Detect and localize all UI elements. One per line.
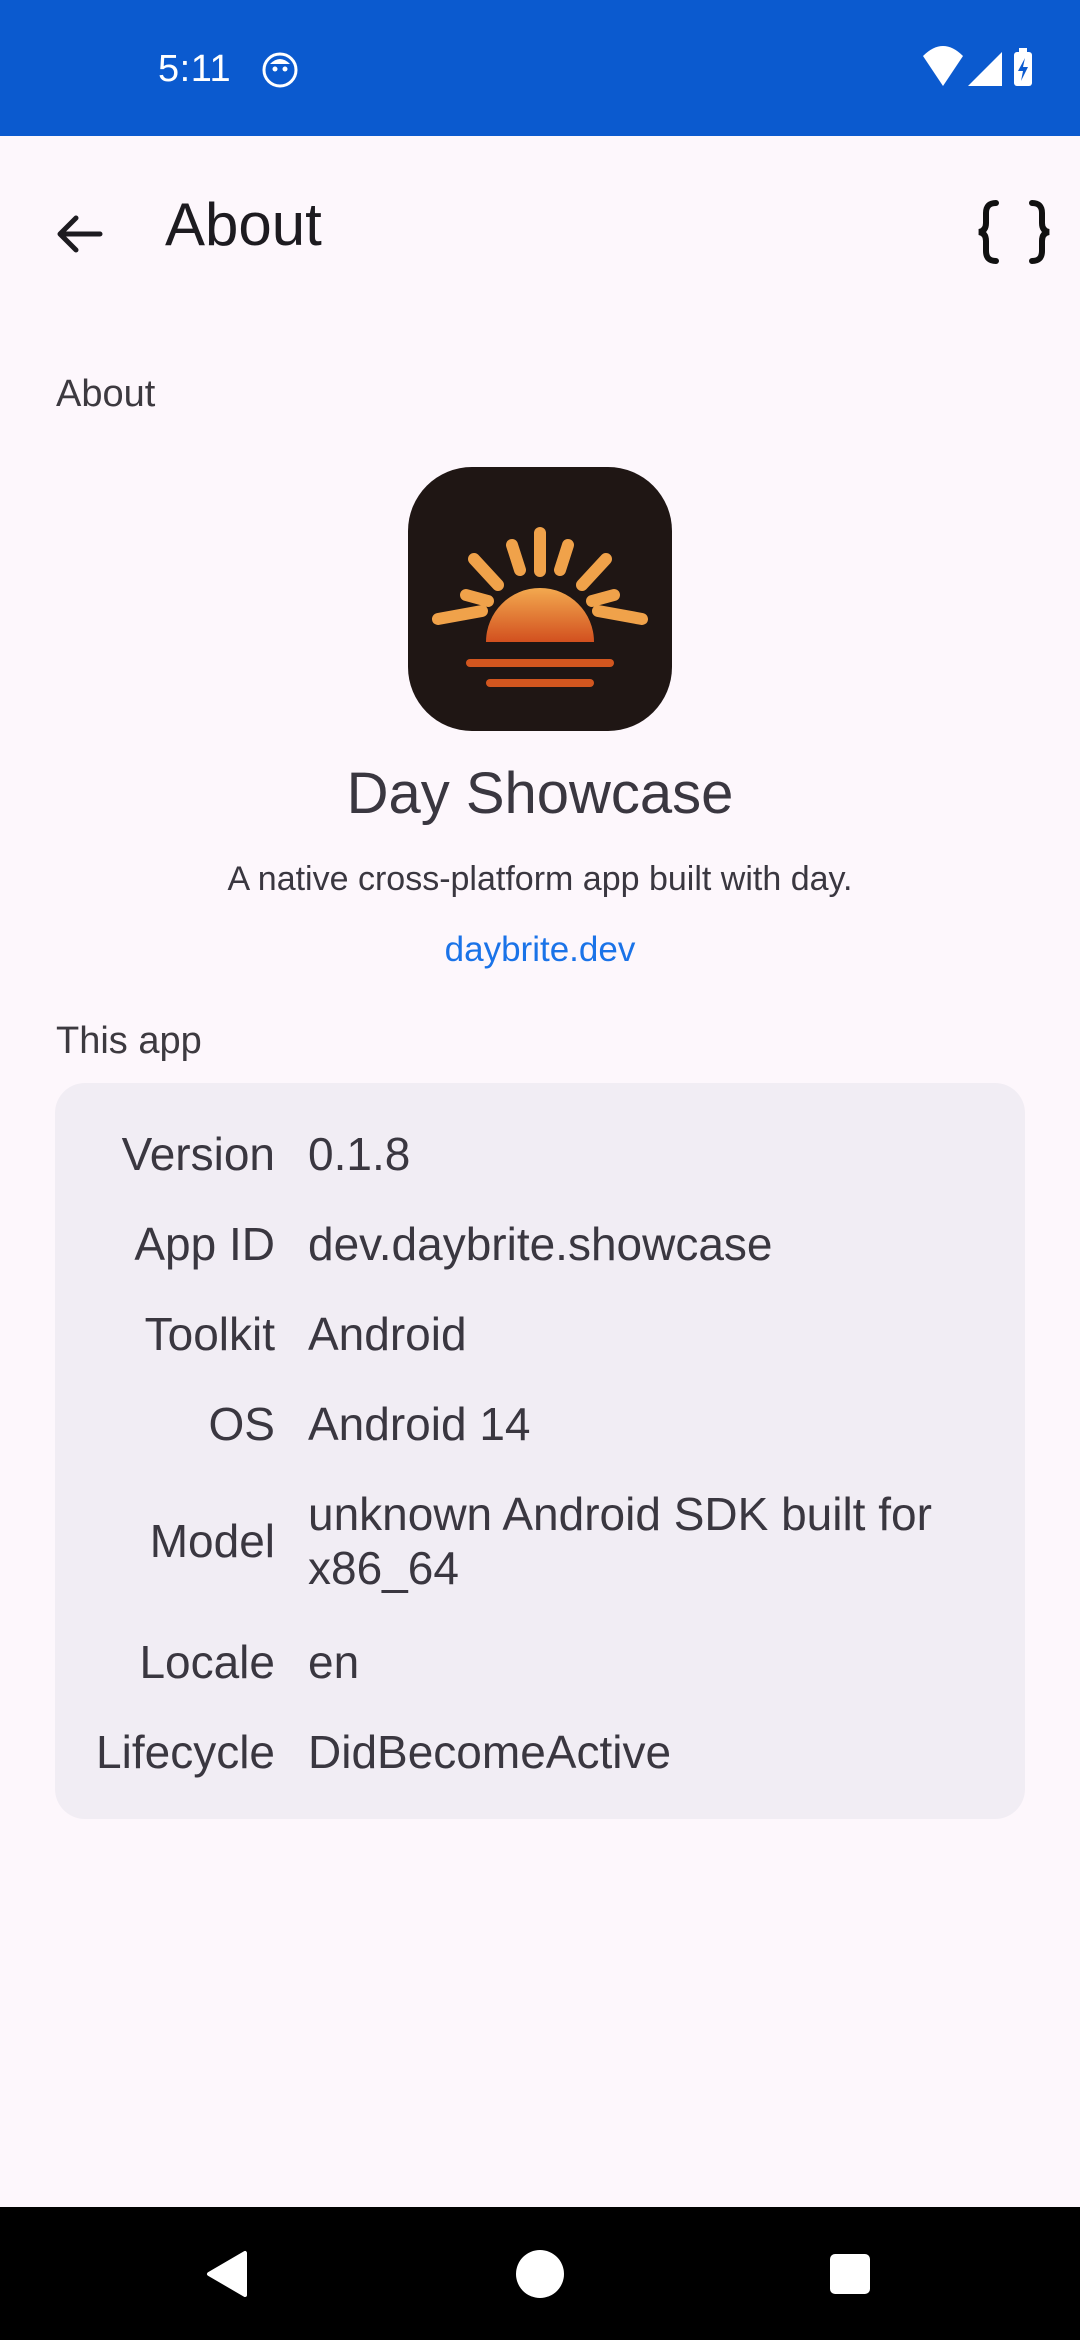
- arrow-left-icon: [57, 215, 103, 253]
- info-value: en: [308, 1636, 360, 1688]
- nav-back-button[interactable]: [168, 2207, 288, 2340]
- page-title: About: [165, 191, 322, 258]
- app-description: A native cross-platform app built with d…: [227, 860, 853, 898]
- info-key: Locale: [139, 1636, 275, 1688]
- info-key: OS: [208, 1398, 275, 1450]
- this-app-section-label: This app: [56, 1020, 202, 1062]
- face-notification-icon: [262, 52, 298, 88]
- info-key: Model: [149, 1515, 275, 1567]
- home-circle-icon: [516, 2249, 564, 2298]
- status-icons: [923, 46, 1032, 86]
- nav-recents-button[interactable]: [790, 2207, 910, 2340]
- info-key: App ID: [134, 1218, 275, 1270]
- status-time: 5:11: [158, 48, 232, 90]
- info-key: Lifecycle: [96, 1726, 275, 1778]
- top-app-bar: About: [0, 136, 1080, 312]
- info-value: unknown Android SDK built for x86_64: [308, 1488, 932, 1594]
- website-link[interactable]: daybrite.dev: [445, 930, 636, 969]
- info-value: 0.1.8: [308, 1128, 411, 1180]
- app-name: Day Showcase: [346, 761, 734, 826]
- info-value: DidBecomeActive: [308, 1726, 672, 1778]
- recents-square-icon: [830, 2253, 870, 2294]
- sunrise-icon: [432, 527, 648, 687]
- info-key: Version: [121, 1128, 275, 1180]
- info-value: Android: [308, 1308, 467, 1360]
- braces-icon: [978, 200, 1050, 264]
- wifi-icon: [923, 46, 963, 86]
- info-key: Toolkit: [144, 1308, 275, 1360]
- system-navigation-bar: [0, 2207, 1080, 2340]
- website-link-container: daybrite.dev: [0, 930, 1080, 970]
- battery-charging-icon: [1014, 48, 1032, 86]
- back-triangle-icon: [207, 2250, 247, 2297]
- app-logo: [408, 467, 672, 731]
- app-info-card: Version 0.1.8 App ID dev.daybrite.showca…: [55, 1083, 1025, 1819]
- signal-icon: [968, 52, 1002, 86]
- about-section-label: About: [56, 373, 156, 415]
- json-view-button[interactable]: [966, 184, 1062, 280]
- info-value: Android 14: [308, 1398, 531, 1450]
- info-value: dev.daybrite.showcase: [308, 1218, 773, 1270]
- back-button[interactable]: [36, 192, 120, 276]
- status-bar: 5:11: [0, 0, 1080, 136]
- nav-home-button[interactable]: [480, 2207, 600, 2340]
